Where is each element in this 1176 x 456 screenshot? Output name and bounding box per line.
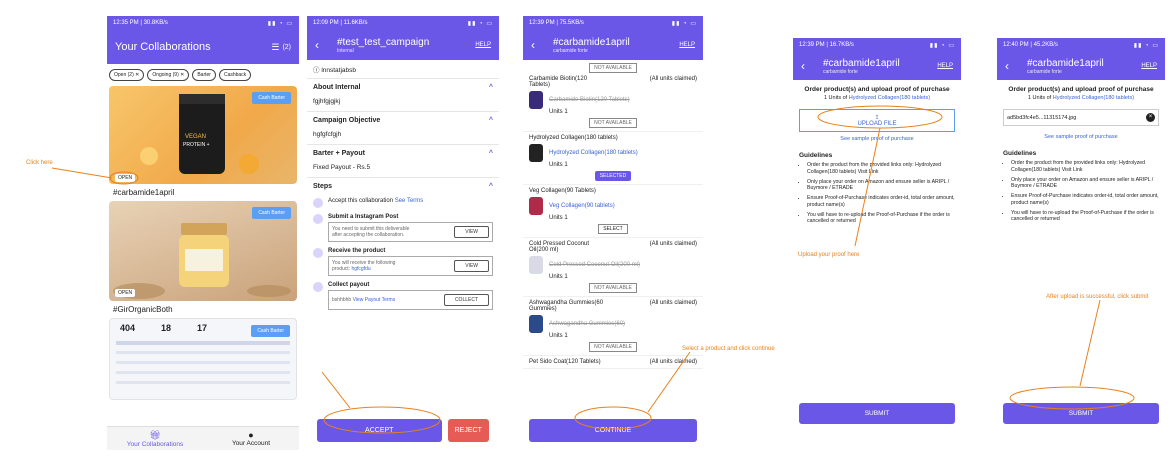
tutorial-canvas: 12:35 PM | 30.8KB/s ▮▮ ◔ ▭ Your Collabor… [0, 0, 1176, 456]
annotation-click-here: Click here [26, 160, 53, 166]
annotation-upload-proof: Upload your proof here [798, 252, 860, 258]
annotation-after-upload: After upload is successful, click submit [1046, 294, 1149, 300]
annotation-select-continue: Select a product and click continue [682, 346, 775, 352]
annotation-arrows [51, 105, 1135, 434]
